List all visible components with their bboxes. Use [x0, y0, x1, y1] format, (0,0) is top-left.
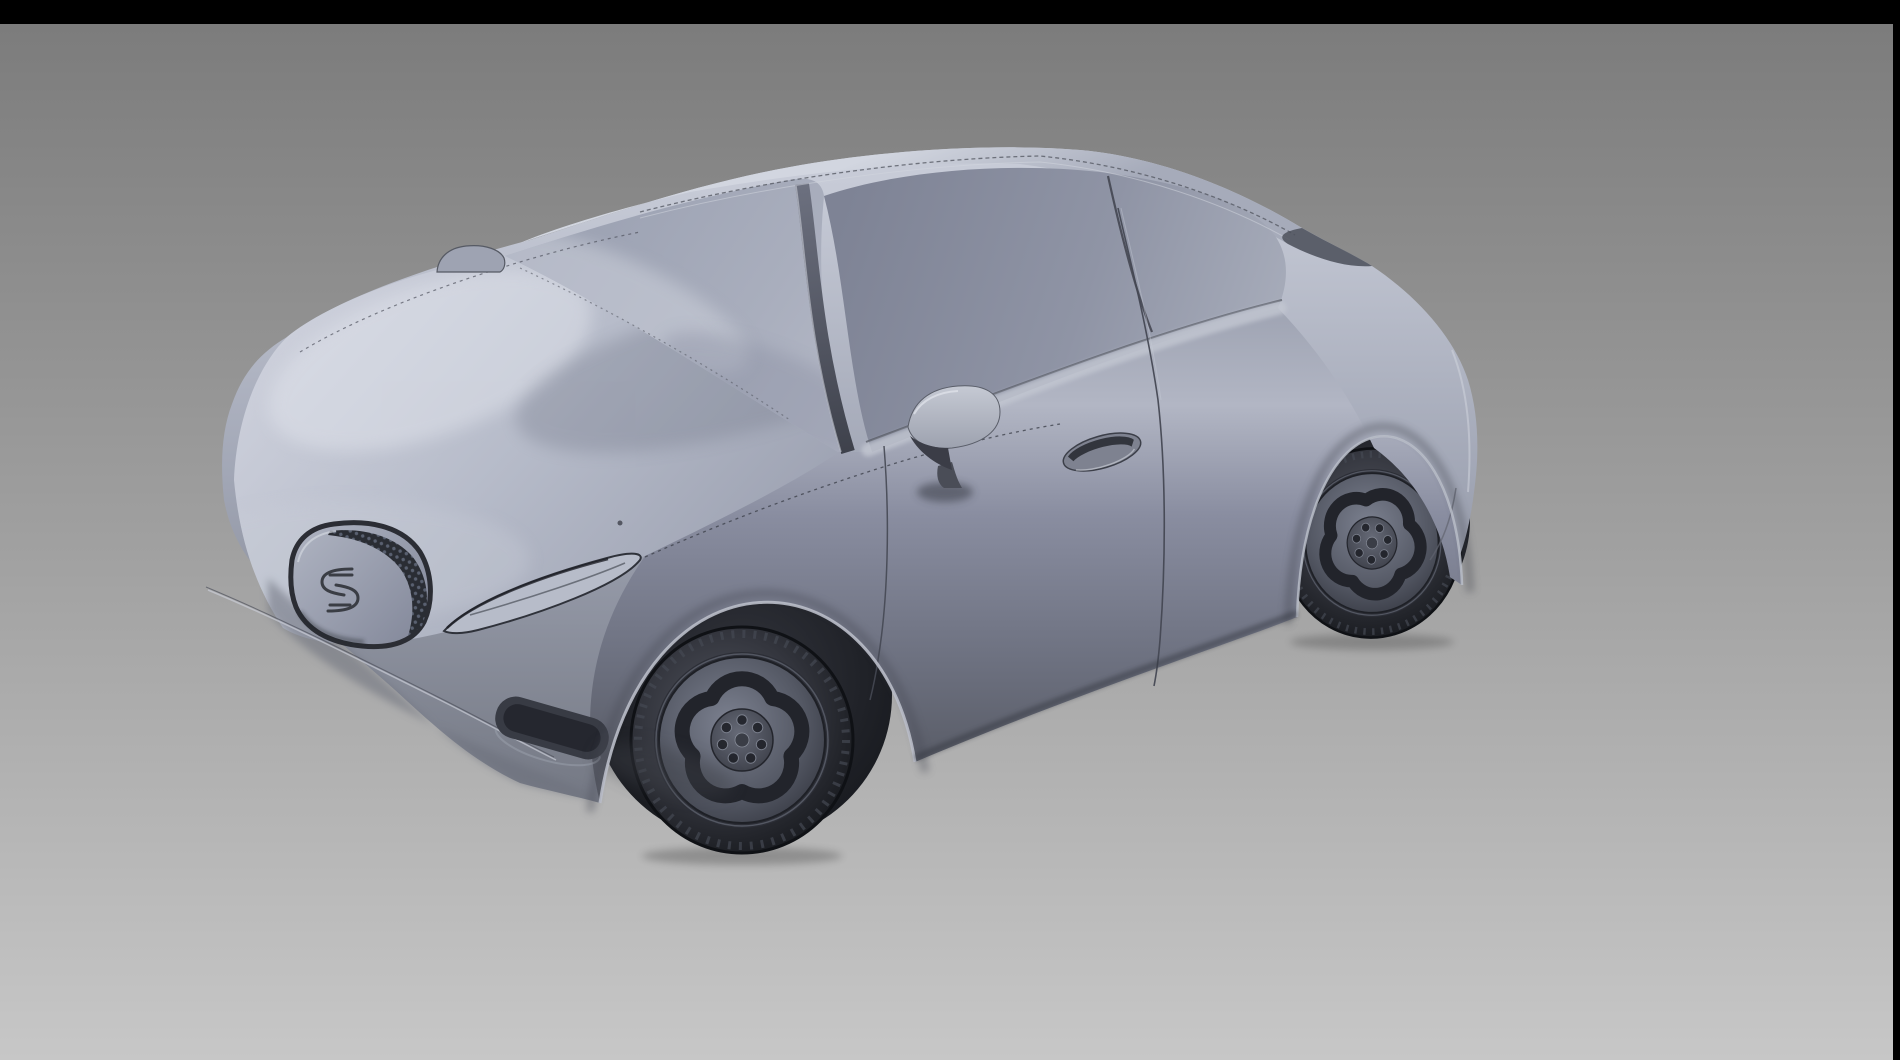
right-letterbox-bar	[1893, 0, 1900, 1060]
top-letterbox-bar	[0, 0, 1900, 24]
front-wheel	[630, 626, 854, 854]
front-grille	[291, 523, 431, 647]
render-viewport[interactable]	[0, 0, 1900, 1060]
car-render-svg	[0, 0, 1900, 1060]
fender-dot	[618, 521, 623, 526]
